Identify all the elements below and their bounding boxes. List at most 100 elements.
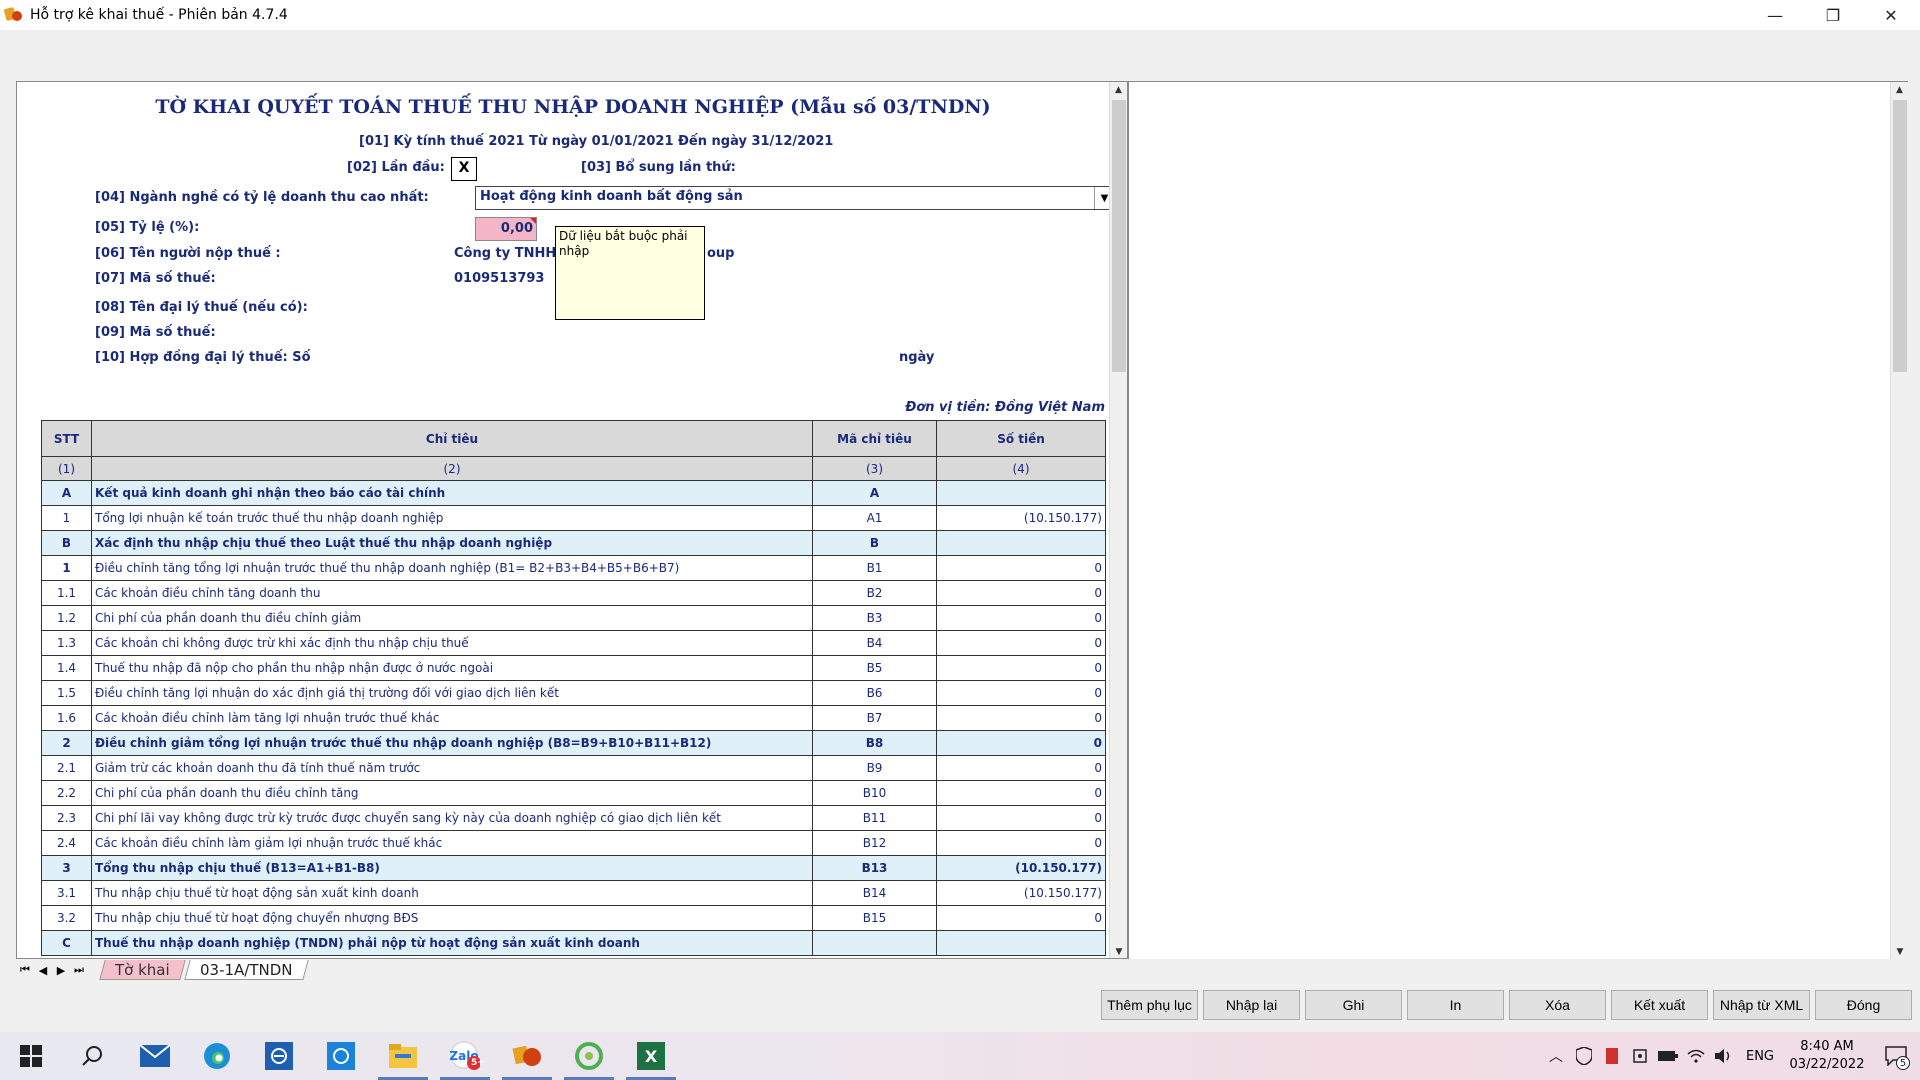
vertical-scrollbar[interactable]: ▲ ▼ xyxy=(1109,82,1127,958)
clock-time: 8:40 AM xyxy=(1800,1039,1854,1054)
row-amount-input[interactable]: 0 xyxy=(936,655,1106,681)
import-xml-button[interactable]: Nhập từ XML xyxy=(1713,990,1810,1020)
shield-icon[interactable] xyxy=(1570,1032,1598,1080)
clock[interactable]: 8:40 AM 03/22/2022 xyxy=(1782,1038,1872,1074)
row-indicator: Chi phí của phần doanh thu điều chỉnh tă… xyxy=(91,780,813,806)
row-code: B7 xyxy=(812,705,937,731)
app-circle-icon[interactable] xyxy=(310,1032,372,1080)
table-row: 1 Tổng lợi nhuận kế toán trước thuế thu n… xyxy=(41,505,1106,531)
close-form-button[interactable]: Đóng xyxy=(1815,990,1912,1020)
restore-button[interactable]: ❐ xyxy=(1804,0,1862,30)
notification-icon[interactable]: 5 xyxy=(1872,1032,1920,1080)
rate-label: [05] Tỷ lệ (%): xyxy=(95,220,200,235)
mail-icon[interactable] xyxy=(124,1032,186,1080)
row-amount-input[interactable]: 0 xyxy=(936,705,1106,731)
row-amount-input[interactable]: 0 xyxy=(936,805,1106,831)
work-area: TỜ KHAI QUYẾT TOÁN THUẾ THU NHẬP DOANH N… xyxy=(16,81,1920,981)
wifi-icon[interactable] xyxy=(1682,1032,1710,1080)
row-amount-input[interactable]: 0 xyxy=(936,680,1106,706)
tab-declaration-label: Tờ khai xyxy=(115,960,170,979)
row-stt: 2.1 xyxy=(41,755,92,781)
close-button[interactable]: ✕ xyxy=(1862,0,1920,30)
row-amount-input[interactable]: (10.150.177) xyxy=(936,880,1106,906)
tab-appendix-03-1a[interactable]: 03-1A/TNDN xyxy=(183,960,308,980)
right-scrollbar[interactable]: ▲ ▼ xyxy=(1890,82,1908,960)
row-stt: 2.2 xyxy=(41,780,92,806)
row-code: B6 xyxy=(812,680,937,706)
scroll-up-icon[interactable]: ▲ xyxy=(1110,82,1127,98)
row-stt: 1.4 xyxy=(41,655,92,681)
tax-app-icon[interactable] xyxy=(496,1032,558,1080)
row-code: B14 xyxy=(812,880,937,906)
excel-icon[interactable]: X xyxy=(620,1032,682,1080)
scroll-thumb[interactable] xyxy=(1112,100,1126,372)
currency-unit: Đơn vị tiền: Đồng Việt Nam xyxy=(905,400,1105,415)
row-code xyxy=(812,930,937,956)
row-amount-input[interactable] xyxy=(936,530,1106,556)
table-row: 1.3 Các khoản chi không được trừ khi xác … xyxy=(41,630,1106,656)
start-icon[interactable] xyxy=(0,1032,62,1080)
industry-select[interactable]: Hoạt động kinh doanh bất động sản ▼ xyxy=(475,186,1115,210)
search-icon[interactable] xyxy=(62,1032,124,1080)
antivirus-icon[interactable] xyxy=(1598,1032,1626,1080)
row-amount-input[interactable]: 0 xyxy=(936,830,1106,856)
row-amount-input[interactable]: (10.150.177) xyxy=(936,505,1106,531)
row-amount-input[interactable]: 0 xyxy=(936,555,1106,581)
right-scroll-up-icon[interactable]: ▲ xyxy=(1891,82,1908,98)
scroll-down-icon[interactable]: ▼ xyxy=(1110,944,1127,958)
green-app-icon[interactable] xyxy=(558,1032,620,1080)
export-button[interactable]: Kết xuất xyxy=(1611,990,1708,1020)
required-tooltip: Dữ liệu bắt buộc phải nhập xyxy=(555,226,705,320)
row-amount-input[interactable]: 0 xyxy=(936,580,1106,606)
edge-icon[interactable] xyxy=(186,1032,248,1080)
row-amount-input[interactable]: 0 xyxy=(936,630,1106,656)
sheet-tabs: ⏮ ◀ ▶ ⏭ Tờ khai 03-1A/TNDN xyxy=(16,959,1128,981)
taskbar: Zalo 5+ X ︿ ENG 8:40 AM 03/22/2022 5 xyxy=(0,1032,1920,1080)
tab-declaration[interactable]: Tờ khai xyxy=(99,960,186,980)
agent-tax-id-label: [09] Mã số thuế: xyxy=(95,325,216,340)
chevron-up-icon[interactable]: ︿ xyxy=(1542,1032,1570,1080)
device-icon[interactable] xyxy=(1626,1032,1654,1080)
store-icon[interactable] xyxy=(248,1032,310,1080)
row-amount-input[interactable] xyxy=(936,480,1106,506)
declaration-table: STT Chỉ tiêu Mã chỉ tiêu Số tiền (1) (2)… xyxy=(41,420,1106,956)
first-sheet-icon[interactable]: ⏮ xyxy=(16,963,34,977)
language-indicator[interactable]: ENG xyxy=(1738,1049,1782,1064)
industry-value: Hoạt động kinh doanh bất động sản xyxy=(480,189,743,204)
zalo-icon[interactable]: Zalo 5+ xyxy=(434,1032,496,1080)
row-code: A1 xyxy=(812,505,937,531)
table-index-row: (1) (2) (3) (4) xyxy=(41,456,1106,481)
table-row: 1.4 Thuế thu nhập đã nộp cho phần thu nhậ… xyxy=(41,655,1106,681)
row-amount-input[interactable]: 0 xyxy=(936,905,1106,931)
volume-icon[interactable] xyxy=(1710,1032,1738,1080)
row-amount-input[interactable]: 0 xyxy=(936,755,1106,781)
row-amount-input[interactable]: 0 xyxy=(936,730,1106,756)
rate-value: 0,00 xyxy=(500,221,533,236)
first-time-checkbox[interactable]: X xyxy=(451,157,477,181)
right-scroll-down-icon[interactable]: ▼ xyxy=(1891,944,1909,960)
row-amount-input[interactable] xyxy=(936,930,1106,956)
table-row: 2.4 Các khoản điều chỉnh làm giảm lợi nhu… xyxy=(41,830,1106,856)
first-time-label: [02] Lần đầu: xyxy=(347,160,445,175)
header-stt: STT xyxy=(41,420,92,457)
save-button[interactable]: Ghi xyxy=(1305,990,1402,1020)
battery-icon[interactable] xyxy=(1654,1032,1682,1080)
minimize-button[interactable]: — xyxy=(1746,0,1804,30)
row-amount-input[interactable]: 0 xyxy=(936,780,1106,806)
add-appendix-button[interactable]: Thêm phụ lục xyxy=(1101,990,1198,1020)
last-sheet-icon[interactable]: ⏭ xyxy=(70,963,88,977)
row-code: B4 xyxy=(812,630,937,656)
row-amount-input[interactable]: (10.150.177) xyxy=(936,855,1106,881)
row-amount-input[interactable]: 0 xyxy=(936,605,1106,631)
next-sheet-icon[interactable]: ▶ xyxy=(52,964,70,977)
delete-button[interactable]: Xóa xyxy=(1509,990,1606,1020)
rate-input[interactable]: 0,00 xyxy=(475,217,537,241)
row-indicator: Thu nhập chịu thuế từ hoạt động sản xuất… xyxy=(91,880,813,906)
tab-appendix-label: 03-1A/TNDN xyxy=(199,960,293,979)
print-button[interactable]: In xyxy=(1407,990,1504,1020)
row-indicator: Tổng thu nhập chịu thuế (B13=A1+B1-B8) xyxy=(91,855,813,881)
file-explorer-icon[interactable] xyxy=(372,1032,434,1080)
reset-button[interactable]: Nhập lại xyxy=(1203,990,1300,1020)
right-scroll-thumb[interactable] xyxy=(1893,100,1907,372)
prev-sheet-icon[interactable]: ◀ xyxy=(34,964,52,977)
